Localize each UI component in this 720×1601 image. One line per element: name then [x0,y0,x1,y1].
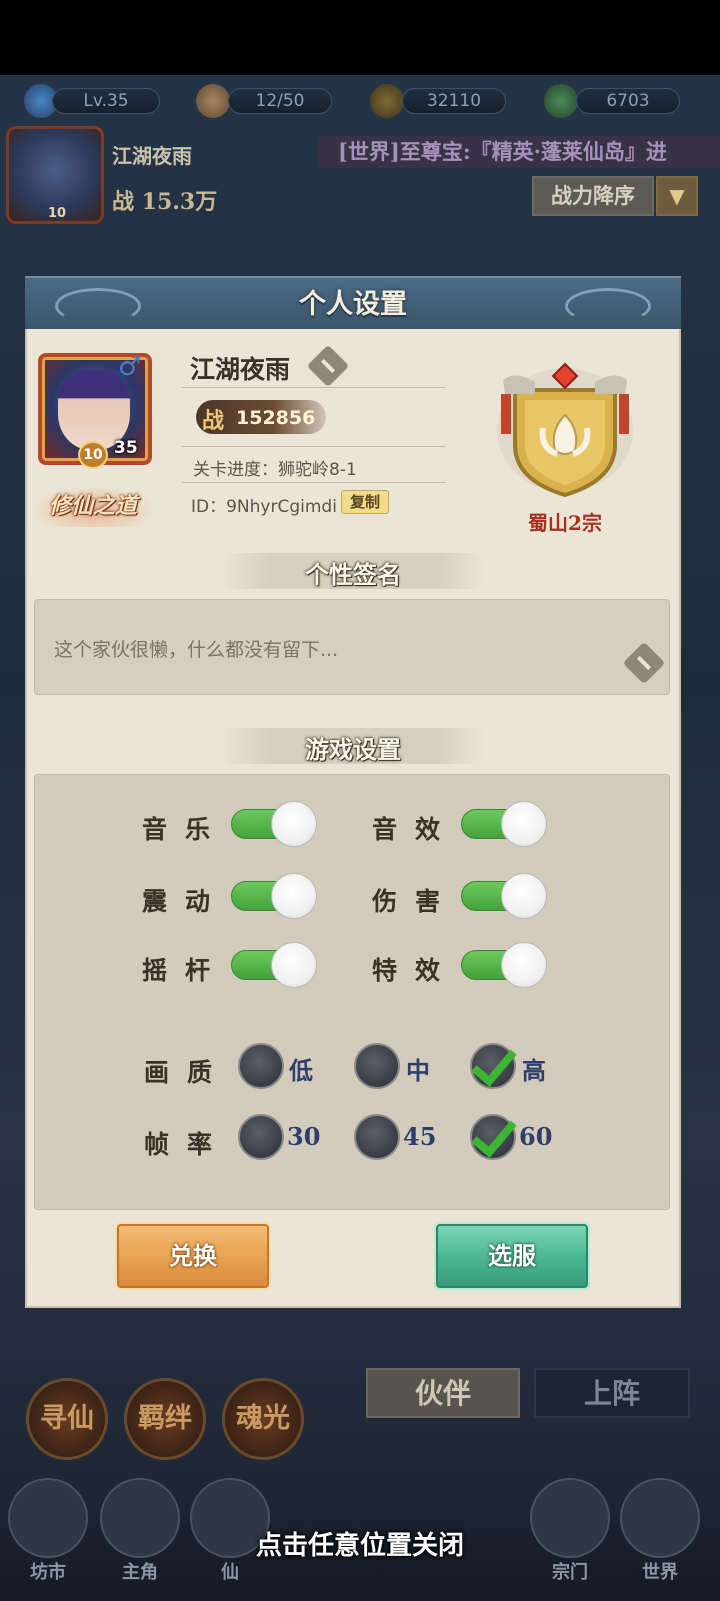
bun-icon [196,84,230,118]
stage-progress: 关卡进度：狮驼岭8-1 [193,460,357,480]
world-chat-ticker[interactable]: [世界]至尊宝:『精英·蓬莱仙岛』进 [318,136,720,168]
vibration-toggle[interactable] [231,873,317,919]
signature-text: 这个家伙很懒，什么都没有留下... [54,639,339,661]
framerate-45-label: 45 [403,1122,437,1151]
joystick-toggle[interactable] [231,942,317,988]
game-settings-header: 游戏设置 [305,735,401,764]
effects-label: 特效 [372,956,459,985]
sound-effects-label: 音效 [372,815,459,844]
chevron-down-icon[interactable]: ▼ [656,176,698,216]
quality-medium-radio[interactable] [354,1043,400,1089]
hud-power: 战 15.3万 [112,189,218,215]
copy-id-button[interactable]: 复制 [341,490,389,514]
framerate-45-radio[interactable] [354,1114,400,1160]
damage-label: 伤害 [372,887,459,916]
player-id: ID：9NhyrCgimdi [191,497,337,517]
divider [182,482,446,483]
seek-immortal-button[interactable]: 寻仙 [26,1378,108,1460]
divider [182,446,446,447]
avatar-level: 35 [114,438,138,458]
music-toggle[interactable] [231,801,317,847]
quality-high-label: 高 [522,1056,546,1085]
quality-low-label: 低 [289,1056,313,1085]
framerate-60-label: 60 [519,1122,553,1151]
jade-display: 6703 [576,88,680,114]
soul-light-button[interactable]: 魂光 [222,1378,304,1460]
framerate-30-label: 30 [287,1122,321,1151]
joystick-label: 摇杆 [142,956,229,985]
quality-medium-label: 中 [406,1056,430,1085]
tab-partners[interactable]: 伙伴 [366,1368,520,1418]
sort-dropdown[interactable]: 战力降序 [532,176,654,216]
divider [182,387,446,388]
settings-panel [34,774,670,1210]
checkmark-icon [472,1111,516,1157]
hud-player-name: 江湖夜雨 [112,144,192,168]
signature-header: 个性签名 [305,560,401,589]
tab-lineup[interactable]: 上阵 [534,1368,690,1418]
framerate-30-radio[interactable] [238,1114,284,1160]
checkmark-icon [472,1040,516,1086]
coin-icon [370,84,404,118]
dialog-title: 个人设置 [299,289,407,320]
quality-low-radio[interactable] [238,1043,284,1089]
power-value: 152856 [236,407,316,429]
level-badge: 10 [78,441,108,469]
music-label: 音乐 [142,815,229,844]
damage-toggle[interactable] [461,873,547,919]
quality-label: 画质 [144,1058,231,1087]
status-bar [0,0,720,75]
power-label: 战 [202,408,225,434]
level-display: Lv.35 [52,88,160,114]
jade-leaf-icon [544,84,578,118]
sect-emblem-icon[interactable] [495,350,635,500]
effects-toggle[interactable] [461,942,547,988]
vibration-label: 震动 [142,887,229,916]
cultivation-path-badge[interactable]: 修仙之道 [34,487,152,527]
sect-name: 蜀山2宗 [528,511,602,535]
sound-effects-toggle[interactable] [461,801,547,847]
stamina-display: 12/50 [228,88,332,114]
exchange-button[interactable]: 兑换 [115,1222,271,1290]
close-hint[interactable]: 点击任意位置关闭 [0,1525,720,1562]
coins-display: 32110 [402,88,506,114]
framerate-label: 帧率 [144,1130,231,1159]
bond-button[interactable]: 羁绊 [124,1378,206,1460]
player-name: 江湖夜雨 [190,355,291,384]
male-icon: ♂ [118,352,142,382]
select-server-button[interactable]: 选服 [434,1222,590,1290]
hud-portrait-level: 10 [48,206,67,221]
